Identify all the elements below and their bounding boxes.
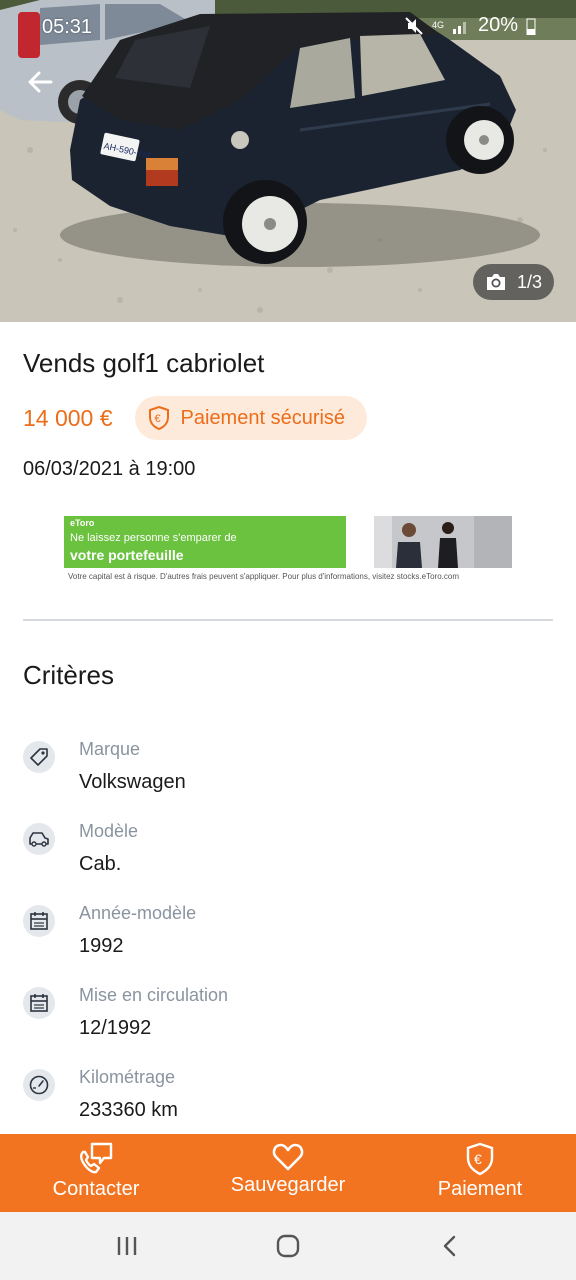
action-bar: Contacter Sauvegarder € Paiement (0, 1134, 576, 1212)
payment-label: Paiement (437, 1178, 523, 1200)
home-icon (276, 1234, 300, 1258)
camera-icon (486, 274, 505, 290)
mute-icon (405, 16, 423, 35)
contact-label: Contacter (52, 1178, 140, 1200)
ad-line2: votre portefeuille (70, 547, 184, 563)
ad-image (374, 516, 512, 568)
signal-icon (452, 21, 466, 34)
contact-button[interactable]: Contacter (0, 1134, 192, 1212)
recent-apps-button[interactable] (107, 1230, 147, 1262)
status-icons: 4G 20% (404, 14, 536, 37)
home-button[interactable] (268, 1230, 308, 1262)
divider (23, 619, 553, 621)
criteria-item-registration: Mise en circulation 12/1992 (23, 985, 543, 1055)
status-time: 05:31 (42, 16, 93, 38)
ad-people-image (374, 516, 512, 568)
listing-title: Vends golf1 cabriolet (23, 348, 265, 378)
ad-line1: Ne laissez personne s'emparer de (70, 532, 237, 544)
price-row: 14 000 € € Paiement sécurisé (23, 396, 368, 440)
system-nav-bar (0, 1212, 576, 1280)
ad-text-panel: eToro Ne laissez personne s'emparer de v… (64, 516, 346, 568)
photo-counter-text: 1/3 (516, 271, 542, 292)
back-button[interactable] (24, 66, 56, 98)
criteria-label: Marque (79, 739, 141, 759)
shield-euro-icon: € (466, 1142, 494, 1176)
criteria-value: 233360 km (79, 1099, 178, 1121)
criteria-value: Cab. (79, 853, 122, 875)
back-arrow-icon (28, 71, 53, 93)
criteria-label: Année-modèle (79, 903, 197, 923)
listing-page: AH-590-YM 05:31 4G 20% 1/3 Vends golf1 c… (0, 0, 576, 1280)
battery-percent: 20% (477, 14, 518, 36)
svg-text:€: € (474, 1151, 482, 1167)
criteria-value: Volkswagen (79, 771, 186, 793)
recent-apps-icon (117, 1237, 137, 1255)
criteria-label: Modèle (79, 821, 139, 841)
battery-icon (526, 18, 536, 35)
payment-button[interactable]: € Paiement (384, 1134, 576, 1212)
calendar-icon (23, 905, 55, 937)
ad-disclaimer: Votre capital est à risque. D'autres fra… (68, 572, 459, 581)
ad-banner[interactable]: eToro Ne laissez personne s'emparer de v… (64, 516, 512, 586)
network-type: 4G (431, 20, 444, 30)
status-bar: 05:31 4G 20% (0, 0, 576, 50)
criteria-value: 1992 (79, 935, 124, 957)
criteria-title: Critères (23, 660, 115, 690)
criteria-label: Kilométrage (79, 1067, 176, 1087)
photo-counter[interactable]: 1/3 (472, 264, 554, 300)
criteria-value: 12/1992 (79, 1017, 152, 1039)
save-button[interactable]: Sauvegarder (192, 1134, 384, 1212)
car-icon (23, 823, 55, 855)
criteria-item-mileage: Kilométrage 233360 km (23, 1067, 543, 1137)
criteria-label: Mise en circulation (79, 985, 229, 1005)
criteria-item-model-year: Année-modèle 1992 (23, 903, 543, 973)
listing-price: 14 000 € (23, 404, 113, 431)
calendar-icon (23, 987, 55, 1019)
heart-icon (272, 1143, 304, 1171)
tag-icon (23, 741, 55, 773)
ad-brand: eToro (70, 518, 95, 528)
secure-payment-label: Paiement sécurisé (180, 406, 346, 429)
svg-text:€: € (154, 413, 160, 425)
save-label: Sauvegarder (230, 1174, 346, 1196)
shield-euro-icon: € (148, 405, 169, 431)
criteria-item-brand: Marque Volkswagen (23, 739, 543, 809)
speedometer-icon (23, 1069, 55, 1101)
criteria-item-model: Modèle Cab. (23, 821, 543, 891)
listing-photo[interactable]: AH-590-YM 05:31 4G 20% 1/3 (0, 0, 576, 322)
chevron-left-icon (443, 1235, 456, 1257)
secure-payment-badge[interactable]: € Paiement sécurisé (134, 396, 368, 440)
phone-chat-icon (80, 1142, 113, 1174)
listing-date: 06/03/2021 à 19:00 (23, 458, 196, 480)
system-back-button[interactable] (430, 1230, 470, 1262)
